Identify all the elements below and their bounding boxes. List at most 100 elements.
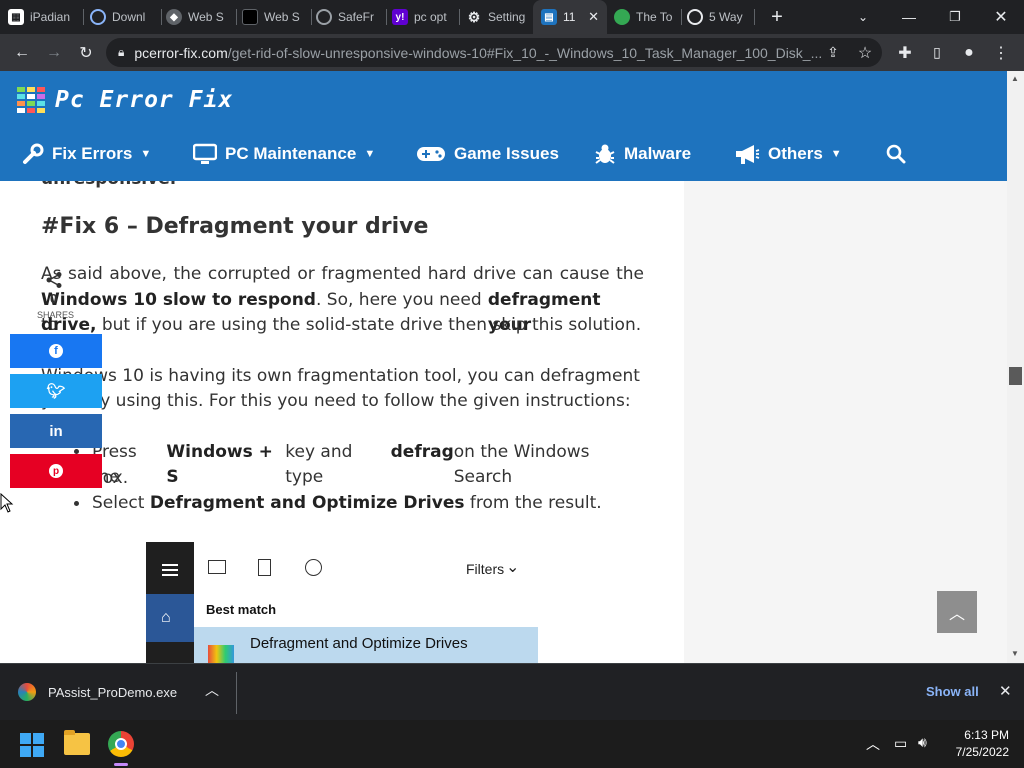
volume-icon[interactable]: 🔊︎ — [918, 734, 927, 751]
address-bar[interactable]: 🔒︎ pcerror-fix.com/get-rid-of-slow-unres… — [106, 38, 882, 67]
tab-active-pcerror[interactable]: ▤ 11 ✕ — [533, 0, 607, 34]
lock-icon[interactable]: 🔒︎ — [118, 45, 124, 60]
nav-pc-maintenance[interactable]: PC Maintenance ▼ — [193, 139, 375, 169]
tab-web-search-1[interactable]: ◆ Web S — [166, 0, 234, 34]
nav-malware[interactable]: Malware — [594, 139, 691, 169]
yahoo-favicon: y! — [392, 9, 408, 25]
bold-text: Defragment and Optimize Drives — [149, 493, 465, 513]
tab-title: Web S — [264, 10, 300, 24]
tab-5-ways[interactable]: 5 Way — [687, 0, 751, 34]
facebook-share-button[interactable]: f — [10, 334, 102, 368]
tab-settings[interactable]: ⚙ Setting — [466, 0, 530, 34]
new-tab-plus-icon[interactable]: + — [754, 0, 800, 34]
tab-ipadian[interactable]: ▦ iPadian — [8, 0, 80, 34]
close-window-icon[interactable]: ✕ — [978, 0, 1024, 34]
nav-others[interactable]: Others ▼ — [734, 139, 842, 169]
linkedin-share-button[interactable]: in — [10, 414, 102, 448]
menu-kebab-icon[interactable]: ⋮ — [986, 34, 1016, 71]
scroll-down-arrow-icon[interactable]: ▼ — [1011, 649, 1019, 658]
best-match-result: Defragment and Optimize Drives — [194, 627, 538, 663]
tab-divider — [311, 9, 312, 25]
defrag-app-icon — [208, 645, 234, 663]
tab-title: 11 — [563, 10, 576, 24]
nav-label: Others — [768, 144, 823, 163]
clock-favicon — [687, 9, 703, 25]
chrome-icon[interactable] — [108, 731, 134, 757]
twitter-share-button[interactable]: 🐦︎ — [10, 374, 102, 408]
gear-favicon: ⚙ — [467, 8, 481, 25]
nav-label: PC Maintenance — [225, 144, 357, 163]
nav-label: Game Issues — [454, 144, 559, 163]
side-panel-icon[interactable]: ▯ — [922, 34, 952, 71]
shares-label: SHARES — [37, 310, 75, 320]
black-favicon — [242, 9, 258, 25]
site-logo[interactable]: Pc Error Fix — [17, 85, 233, 115]
tab-pc-opt[interactable]: y! pc opt — [392, 0, 456, 34]
scroll-to-top-button[interactable]: ︿ — [937, 591, 977, 633]
monitor-icon — [193, 143, 217, 165]
bug-icon — [594, 143, 616, 165]
file-explorer-icon[interactable] — [64, 730, 90, 755]
forward-arrow-icon[interactable]: → — [39, 34, 69, 71]
result-label: Defragment and Optimize Drives — [250, 635, 468, 652]
scrollbar-thumb[interactable] — [1009, 367, 1022, 385]
hamburger-icon — [162, 564, 178, 566]
minimize-icon[interactable]: — — [886, 0, 932, 34]
tab-the-top[interactable]: The To — [614, 0, 678, 34]
clock-time[interactable]: 6:13 PM — [949, 728, 1009, 742]
clock-date[interactable]: 7/25/2022 — [939, 745, 1009, 759]
article-content: unresponsive. #Fix 6 – Defragment your d… — [0, 181, 684, 663]
nav-fix-errors[interactable]: Fix Errors ▼ — [22, 139, 151, 169]
bookmark-star-icon[interactable]: ☆ — [850, 34, 880, 71]
tab-safefrom[interactable]: SafeFr — [316, 0, 384, 34]
reload-icon[interactable]: ↻ — [71, 34, 101, 71]
text: on the Windows Search — [453, 442, 590, 487]
tab-divider — [386, 9, 387, 25]
windows-start-icon[interactable] — [20, 733, 44, 757]
paragraph-1-line-3: drive, but if you are using the solid-st… — [41, 313, 644, 338]
extensions-puzzle-icon[interactable]: ✚ — [890, 34, 920, 71]
tab-download[interactable]: Downl — [90, 0, 158, 34]
globe-favicon — [90, 9, 106, 25]
tray-overflow-chevron-icon[interactable]: ︿ — [866, 734, 880, 754]
paragraph-1-line-1: As said above, the corrupted or fragment… — [41, 264, 644, 284]
downloads-bar: PAssist_ProDemo.exe ︿ Show all ✕ — [0, 663, 1024, 720]
page-scrollbar[interactable]: ▲ ▼ — [1007, 71, 1024, 663]
share-page-icon[interactable]: ⇪ — [818, 34, 848, 71]
scroll-up-arrow-icon[interactable]: ▲ — [1011, 74, 1019, 83]
restore-icon[interactable]: ❐ — [932, 0, 978, 34]
close-tab-icon[interactable]: ✕ — [588, 9, 599, 25]
show-all-link[interactable]: Show all — [926, 684, 979, 699]
logo-text: Pc Error Fix — [55, 87, 234, 113]
chevron-up-icon[interactable]: ︿ — [205, 680, 219, 700]
chevron-up-icon: ︿ — [948, 606, 965, 623]
gamepad-icon — [416, 144, 446, 164]
close-downloads-icon[interactable]: ✕ — [999, 682, 1012, 700]
tab-title: Downl — [112, 10, 146, 24]
pinterest-share-button[interactable]: p — [10, 454, 102, 488]
nav-search-button[interactable] — [886, 139, 914, 169]
chevron-down-icon: ▼ — [830, 148, 842, 160]
wrench-icon — [22, 143, 44, 165]
chevron-down-icon: ▼ — [140, 148, 152, 160]
tab-divider — [161, 9, 162, 25]
tab-title: SafeFr — [338, 10, 375, 24]
network-icon[interactable]: ▭ — [894, 735, 907, 752]
nav-game-issues[interactable]: Game Issues — [416, 139, 559, 169]
tab-strip: ▦ iPadian Downl ◆ Web S Web S SafeFr y! … — [0, 0, 1024, 34]
list-item-2: Select Defragment and Optimize Drives fr… — [92, 491, 652, 516]
back-arrow-icon[interactable]: ← — [7, 34, 37, 71]
bullet — [74, 501, 79, 506]
share-count: 0 — [50, 291, 58, 306]
profile-avatar-icon[interactable]: ● — [954, 34, 984, 71]
twitter-icon: 🐦︎ — [46, 383, 66, 400]
tab-title: Web S — [188, 10, 224, 24]
bold-text: defrag — [390, 442, 454, 462]
list-item-1-line-1: Press the Windows + S key and type defra… — [92, 440, 644, 490]
tab-web-search-2[interactable]: Web S — [242, 0, 310, 34]
download-filename[interactable]: PAssist_ProDemo.exe — [48, 685, 177, 700]
tab-title: pc opt — [414, 10, 447, 24]
tab-search-chevron-icon[interactable]: ⌄ — [840, 0, 886, 34]
tab-title: The To — [636, 10, 673, 24]
tab-title: 5 Way — [709, 10, 743, 24]
